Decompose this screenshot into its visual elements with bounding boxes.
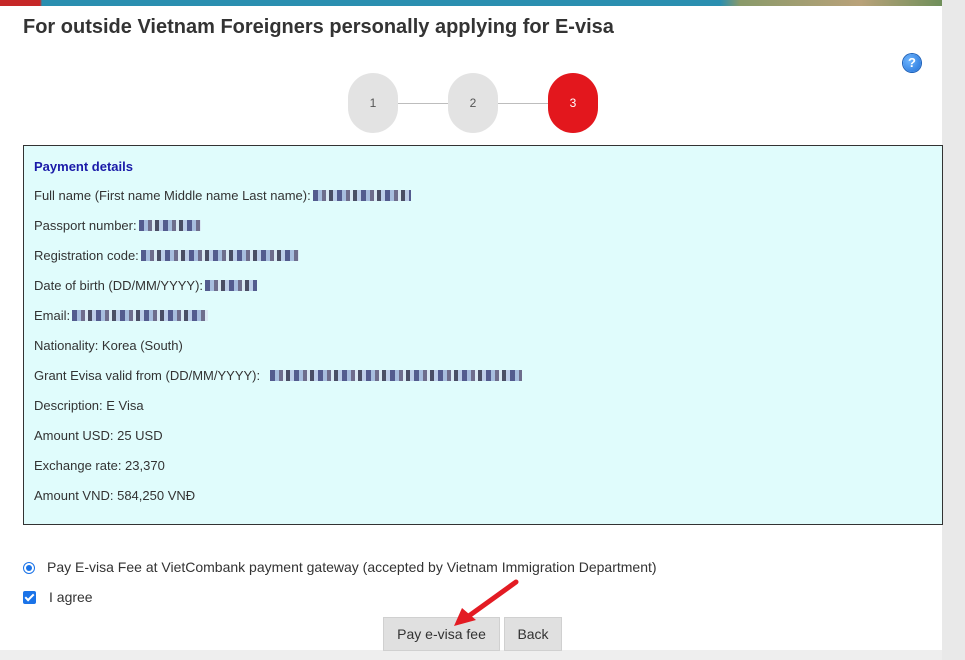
page-title: For outside Vietnam Foreigners personall… <box>23 16 614 38</box>
dob-row: Date of birth (DD/MM/YYYY): <box>34 278 258 293</box>
agree-checkbox[interactable] <box>23 591 36 604</box>
step-1: 1 <box>348 73 398 133</box>
amount-vnd-row: Amount VND: 584,250 VNĐ <box>34 488 196 503</box>
full-name-label: Full name (First name Middle name Last n… <box>34 188 311 203</box>
passport-row: Passport number: <box>34 218 201 233</box>
gateway-label: Pay E-visa Fee at VietCombank payment ga… <box>47 559 657 575</box>
pointer-arrow-icon <box>454 579 519 626</box>
scrollbar-track[interactable] <box>942 0 965 660</box>
redacted-value <box>205 280 258 291</box>
registration-code-row: Registration code: <box>34 248 299 263</box>
email-row: Email: <box>34 308 209 323</box>
payment-details-heading: Payment details <box>34 159 133 174</box>
redacted-value <box>312 190 411 201</box>
step-connector <box>396 103 450 104</box>
agree-label: I agree <box>49 589 93 605</box>
grant-evisa-row: Grant Evisa valid from (DD/MM/YYYY): <box>34 368 523 383</box>
gateway-radio[interactable] <box>23 562 35 574</box>
agree-option[interactable]: I agree <box>23 589 93 605</box>
help-icon[interactable]: ? <box>903 54 921 72</box>
dob-label: Date of birth (DD/MM/YYYY): <box>34 278 204 293</box>
registration-code-label: Registration code: <box>34 248 139 263</box>
payment-details-panel: Payment details Full name (First name Mi… <box>23 145 943 525</box>
email-label: Email: <box>34 308 71 323</box>
nationality-row: Nationality: Korea (South) <box>34 338 183 353</box>
exchange-rate-row: Exchange rate: 23,370 <box>34 458 165 473</box>
amount-usd-row: Amount USD: 25 USD <box>34 428 163 443</box>
step-2: 2 <box>448 73 498 133</box>
step-3: 3 <box>548 73 598 133</box>
description-row: Description: E Visa <box>34 398 144 413</box>
payment-gateway-option[interactable]: Pay E-visa Fee at VietCombank payment ga… <box>23 559 657 575</box>
full-name-row: Full name (First name Middle name Last n… <box>34 188 411 203</box>
page-bottom <box>0 650 942 660</box>
redacted-value <box>270 370 523 381</box>
redacted-value <box>138 220 201 231</box>
step-connector <box>496 103 550 104</box>
grant-evisa-label: Grant Evisa valid from (DD/MM/YYYY): <box>34 368 261 383</box>
redacted-value <box>140 250 299 261</box>
redacted-value <box>72 310 209 321</box>
passport-label: Passport number: <box>34 218 137 233</box>
